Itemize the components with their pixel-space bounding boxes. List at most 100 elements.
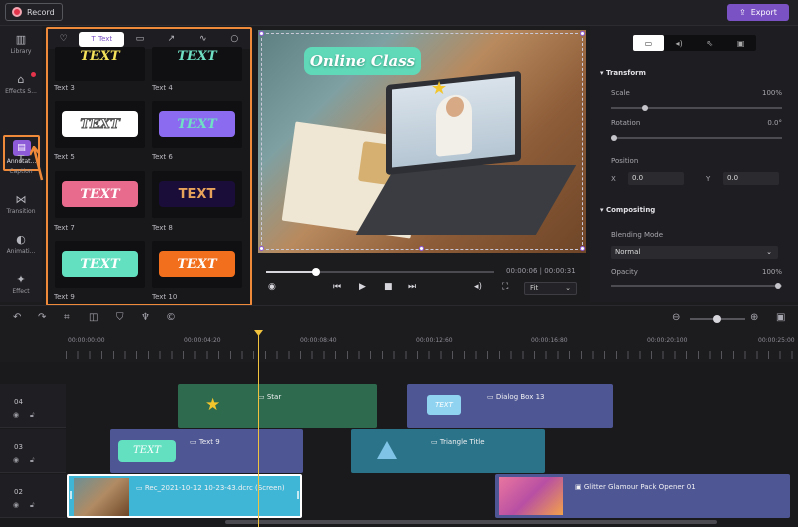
- blending-mode-select[interactable]: Normal ⌄: [611, 246, 778, 259]
- trim-handle-left[interactable]: ‖: [69, 490, 73, 499]
- clip-label-text: Text 9: [198, 438, 220, 446]
- compositing-heading[interactable]: ▾ Compositing: [600, 206, 655, 214]
- marker-icon[interactable]: ⛉: [116, 312, 124, 323]
- ruler-label: 00:00:04:20: [184, 337, 221, 344]
- eye-icon[interactable]: ◉: [13, 501, 19, 509]
- properties-tabs: ▭ ◂) ⇖ ▣: [633, 35, 756, 51]
- annotation-clip-icon: ▭: [431, 438, 440, 446]
- snapshot-camera-icon[interactable]: ◉: [268, 282, 276, 292]
- video-icon[interactable]: ▭: [633, 35, 664, 51]
- resize-handle[interactable]: [419, 246, 424, 251]
- scale-label: Scale: [611, 89, 630, 97]
- text-style-tile[interactable]: TEXT: [152, 47, 242, 81]
- trim-handle-right[interactable]: ‖: [296, 490, 300, 499]
- position-y-input[interactable]: 0.0: [723, 172, 779, 185]
- lock-icon[interactable]: 🔓︎: [30, 501, 35, 510]
- undo-icon[interactable]: ↶: [13, 312, 21, 323]
- resize-handle[interactable]: [259, 31, 264, 36]
- copyright-icon[interactable]: ©: [166, 312, 176, 323]
- text-style-tile[interactable]: TEXT: [55, 47, 145, 81]
- annotation-clip-icon: ▭: [258, 393, 267, 401]
- volume-icon[interactable]: ◂): [474, 282, 482, 292]
- fullscreen-icon[interactable]: ⛶: [502, 282, 508, 292]
- audio-icon[interactable]: ◂): [664, 35, 695, 51]
- playback-scrubber[interactable]: [266, 268, 494, 276]
- notification-dot: [31, 72, 36, 77]
- heading-label: Transform: [605, 69, 646, 77]
- timeline-clip[interactable]: TEXT ▭ Text 9: [110, 429, 303, 473]
- redo-icon[interactable]: ↷: [38, 312, 46, 323]
- scale-slider[interactable]: [611, 107, 782, 109]
- eye-icon[interactable]: ◉: [13, 411, 19, 419]
- track-number: 02: [14, 488, 23, 496]
- eye-icon[interactable]: ◉: [13, 456, 19, 464]
- fit-timeline-icon[interactable]: ▣: [776, 312, 785, 323]
- text-style-tile[interactable]: TEXT: [152, 171, 242, 218]
- skip-back-icon[interactable]: ⏮: [333, 282, 341, 292]
- scale-slider-knob[interactable]: [642, 105, 648, 111]
- text-style-tile[interactable]: TEXT: [152, 241, 242, 288]
- position-x-input[interactable]: 0.0: [628, 172, 684, 185]
- zoom-fit-select[interactable]: Fit ⌄: [524, 282, 577, 295]
- resize-handle[interactable]: [580, 31, 585, 36]
- resize-handle[interactable]: [580, 246, 585, 251]
- microphone-icon[interactable]: ♆: [141, 312, 150, 323]
- rotation-slider[interactable]: [611, 137, 782, 139]
- text-style-tile[interactable]: TEXT: [152, 101, 242, 148]
- template-clip-icon: ▣: [575, 483, 584, 491]
- timeline-clip[interactable]: ★ ▭ Star: [178, 384, 377, 428]
- export-button[interactable]: ⇪ Export: [727, 4, 789, 21]
- tile-label: Text 5: [54, 153, 75, 161]
- sidebar-item-library[interactable]: ▥ Library: [0, 34, 42, 56]
- timeline-ruler[interactable]: 00:00:00:00 00:00:04:20 00:00:08:40 00:0…: [0, 331, 798, 361]
- zoom-out-icon[interactable]: ⊖: [672, 312, 680, 323]
- stop-icon[interactable]: ■: [384, 282, 393, 292]
- tile-label: Text 3: [54, 84, 75, 92]
- clip-label-text: Triangle Title: [439, 438, 485, 446]
- lock-icon[interactable]: 🔓︎: [30, 456, 35, 465]
- caption-icon: T: [17, 153, 25, 166]
- clip-label: ▭ Dialog Box 13: [487, 393, 545, 401]
- text-style-tile[interactable]: TEXT: [55, 241, 145, 288]
- opacity-slider[interactable]: [611, 285, 782, 287]
- split-icon[interactable]: ◫: [89, 312, 98, 323]
- lock-icon[interactable]: 🔓︎: [30, 411, 35, 420]
- text-style-tile[interactable]: TEXT: [55, 101, 145, 148]
- play-icon[interactable]: ▶: [359, 282, 366, 292]
- resize-handle[interactable]: [259, 246, 264, 251]
- opacity-slider-knob[interactable]: [775, 283, 781, 289]
- timeline-scrollbar[interactable]: [225, 520, 717, 524]
- sidebar-item-animation[interactable]: ◐ Animati...: [0, 234, 42, 256]
- sidebar-item-transition[interactable]: ⋈ Transition: [0, 194, 42, 216]
- rotation-slider-knob[interactable]: [611, 135, 617, 141]
- text-style-tile[interactable]: TEXT: [55, 171, 145, 218]
- video-preview[interactable]: ★ Online Class: [258, 30, 586, 253]
- timeline-clip-selected[interactable]: ▭ Rec_2021-10-12 10-23-43.dcrc (Screen) …: [67, 474, 302, 518]
- caption-icon[interactable]: ▣: [725, 35, 756, 51]
- y-label: Y: [706, 175, 711, 183]
- scale-value: 100%: [761, 89, 782, 97]
- opacity-label: Opacity: [611, 268, 638, 276]
- timeline-clip[interactable]: ▣ Glitter Glamour Pack Opener 01: [495, 474, 790, 518]
- track-header: 03 ◉ 🔓︎: [0, 429, 66, 473]
- zoom-in-icon[interactable]: ⊕: [750, 312, 758, 323]
- timeline-clip[interactable]: TEXT ▭ Dialog Box 13: [407, 384, 613, 428]
- sidebar-item-effect[interactable]: ✦ Effect: [0, 274, 42, 296]
- transform-heading[interactable]: ▾ Transform: [600, 69, 646, 77]
- triangle-icon: [377, 441, 397, 459]
- screen-recording-thumbnail: [74, 478, 129, 516]
- sidebar-item-effects-store[interactable]: ⌂ Effects S...: [0, 72, 42, 95]
- sidebar-item-label: Animati...: [6, 248, 36, 255]
- text-style-preview: TEXT: [62, 251, 138, 277]
- zoom-slider-knob[interactable]: [713, 315, 721, 323]
- sidebar-item-label: Library: [10, 48, 32, 55]
- track-number: 03: [14, 443, 23, 451]
- scrubber-knob[interactable]: [312, 268, 321, 276]
- crop-icon[interactable]: ⌗: [64, 312, 70, 323]
- cursor-icon[interactable]: ⇖: [695, 35, 726, 51]
- skip-forward-icon[interactable]: ⏭: [408, 282, 416, 292]
- timeline-clip[interactable]: ▭ Triangle Title: [351, 429, 545, 473]
- text-style-preview: TEXT: [62, 181, 138, 207]
- playhead-line[interactable]: [258, 331, 259, 527]
- record-button[interactable]: Record: [5, 3, 63, 21]
